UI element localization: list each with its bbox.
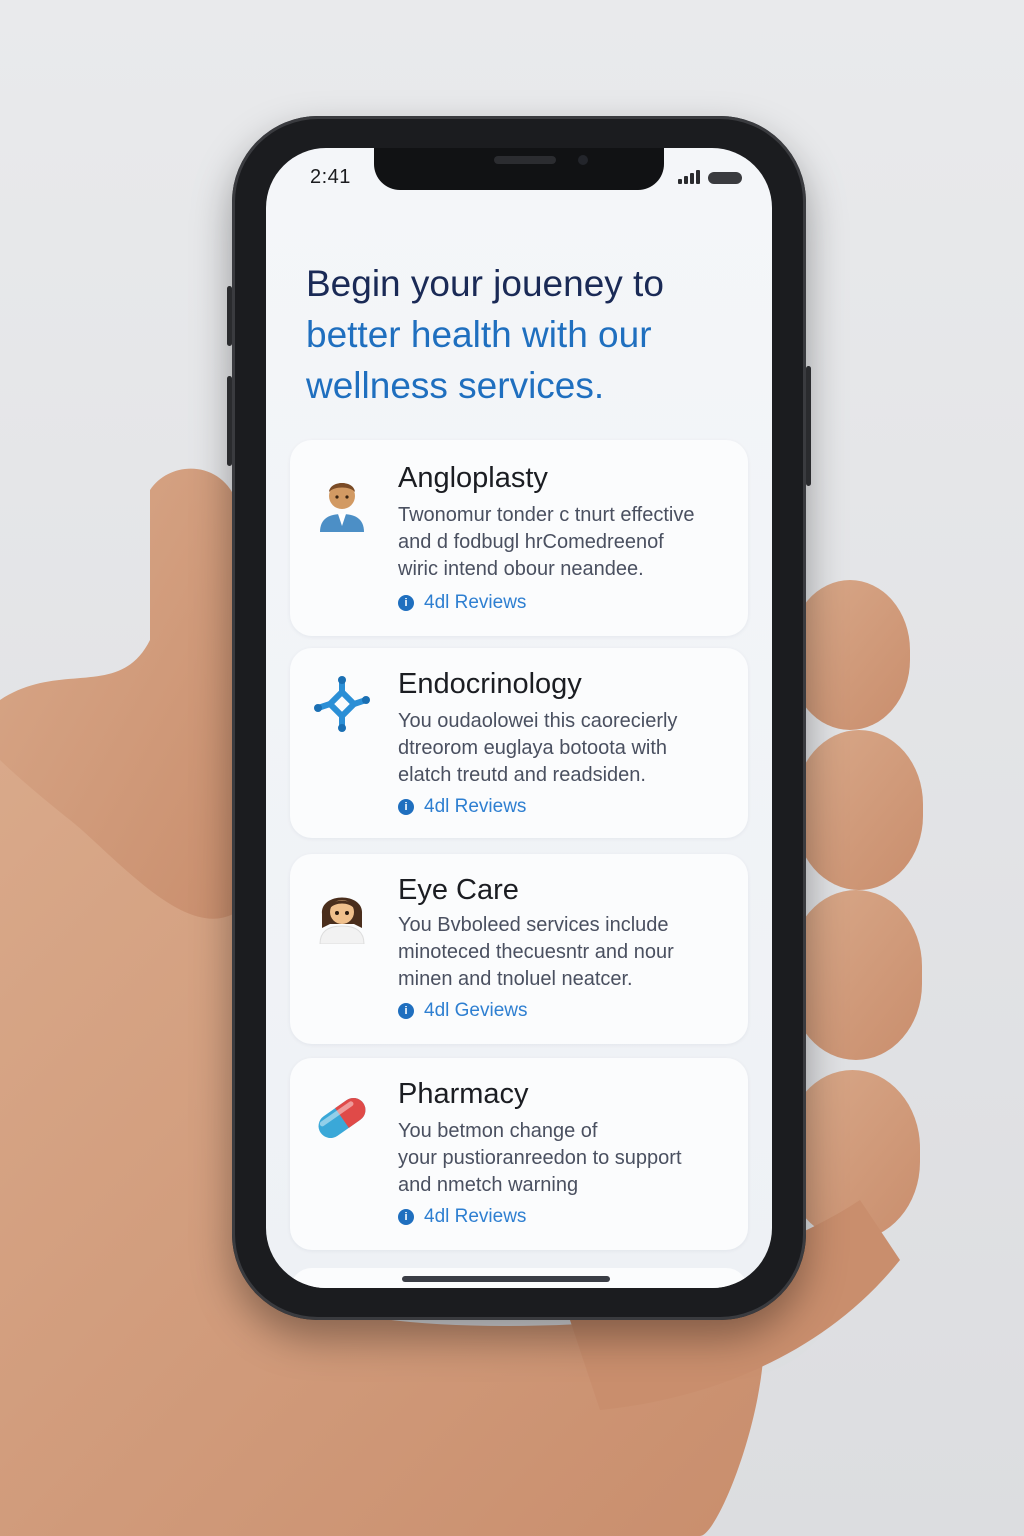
info-icon: i: [398, 595, 414, 611]
reviews-label: 4dl Reviews: [424, 1206, 527, 1227]
patient-avatar-icon: [319, 897, 365, 944]
battery-icon: [708, 172, 742, 184]
phone-frame: 2:41 Begin your jouеney to better health…: [227, 116, 811, 1320]
service-description-line: and d fodbugl hrComedreenof: [398, 531, 664, 553]
page-title: Begin your jouеney to better health with…: [306, 258, 736, 411]
home-indicator[interactable]: [402, 1276, 610, 1282]
info-icon: i: [398, 1003, 414, 1019]
page-title-line-3: wellness services.: [306, 365, 605, 406]
notch: [374, 148, 664, 190]
service-description-line: and nmetch warning: [398, 1174, 579, 1196]
service-description-line: your pustioranreedon to support: [398, 1147, 682, 1169]
signal-icon: [678, 170, 700, 184]
service-description-line: wiric intend obour neandee.: [398, 558, 644, 580]
service-description-line: Twonomur tonder c tnurt effective: [398, 504, 695, 526]
reviews-link[interactable]: i 4dl Geviews: [398, 1000, 528, 1022]
phone-screen: 2:41 Begin your jouеney to better health…: [266, 148, 772, 1288]
reviews-label: 4dl Geviews: [424, 1000, 528, 1021]
info-icon: i: [398, 1209, 414, 1225]
service-description-line: minoteced thecuesntr and nour: [398, 941, 674, 963]
service-description: You Bvboleed services include minoteced …: [398, 912, 734, 993]
service-description: Twonomur tonder c tnurt effective and d …: [398, 502, 734, 583]
page-title-line-2: better health with our: [306, 314, 652, 355]
front-camera: [578, 155, 588, 165]
service-title: Endocrinology: [398, 668, 582, 700]
service-description-line: dtreorom euglaya botoota with: [398, 737, 668, 759]
reviews-link[interactable]: i 4dl Reviews: [398, 592, 526, 614]
service-description: You oudaolowei this caorecierly dtreorom…: [398, 708, 734, 789]
doctor-avatar-icon: [320, 483, 364, 532]
service-card-endocrinology[interactable]: Endocrinology You oudaolowei this caorec…: [290, 648, 748, 838]
service-title: Angloplasty: [398, 462, 548, 494]
page-title-line-1: Begin your jouеney to: [306, 263, 664, 304]
service-card-pharmacy[interactable]: Pharmacy You betmon change of your pusti…: [290, 1058, 748, 1250]
service-description-line: You Bvboleed services include: [398, 914, 669, 936]
service-description-line: You betmon change of: [398, 1120, 598, 1142]
service-description-line: minen and tnoluel neatcer.: [398, 968, 633, 990]
service-description: You betmon change of your pustioranreedo…: [398, 1118, 734, 1199]
service-title: Pharmacy: [398, 1078, 529, 1110]
info-icon: i: [398, 799, 414, 815]
reviews-label: 4dl Reviews: [424, 796, 527, 817]
molecule-icon: [314, 676, 370, 732]
speaker: [494, 156, 556, 164]
reviews-label: 4dl Reviews: [424, 592, 527, 613]
status-icons: [678, 170, 742, 184]
service-card-angioplasty[interactable]: Angloplasty Twonomur tonder c tnurt effe…: [290, 440, 748, 636]
status-time: 2:41: [310, 166, 351, 188]
service-description-line: You oudaolowei this caorecierly: [398, 710, 678, 732]
service-card-eye-care[interactable]: Eye Care You Bvboleed services include m…: [290, 854, 748, 1044]
pill-capsule-icon: [318, 1097, 366, 1139]
reviews-link[interactable]: i 4dl Reviews: [398, 796, 526, 818]
service-description-line: elatch treutd and readsiden.: [398, 764, 646, 786]
service-title: Eye Care: [398, 874, 519, 906]
reviews-link[interactable]: i 4dl Reviews: [398, 1206, 526, 1228]
